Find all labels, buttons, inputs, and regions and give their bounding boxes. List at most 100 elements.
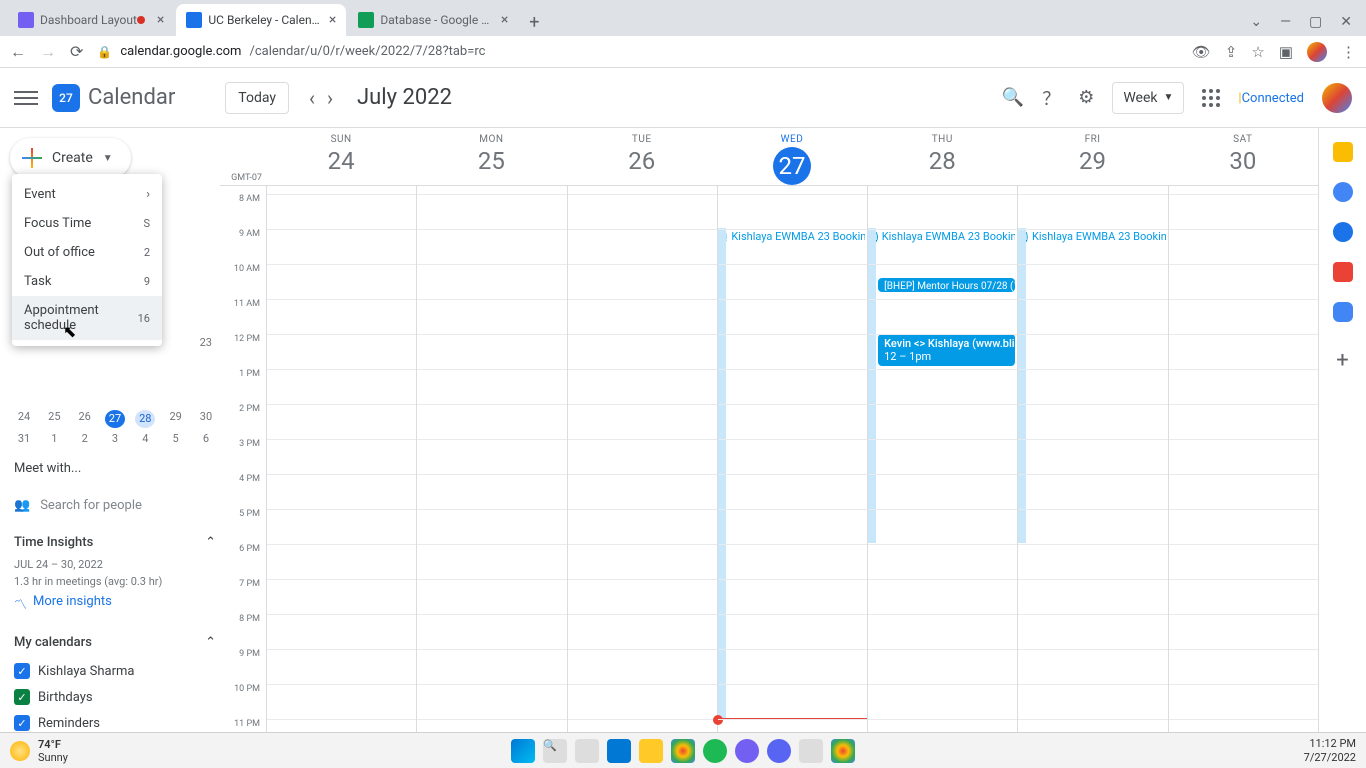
day-header-fri[interactable]: FRI29 (1017, 128, 1167, 185)
panel-icon[interactable]: ▣ (1279, 43, 1293, 61)
meet-with-label[interactable]: Meet with... (10, 453, 220, 484)
google-apps-icon[interactable] (1202, 89, 1220, 107)
system-tray[interactable]: 11:12 PM 7/27/2022 (1304, 737, 1366, 763)
share-icon[interactable]: ⇪ (1225, 43, 1238, 61)
reload-button[interactable]: ⟳ (70, 42, 83, 61)
availability-strip (868, 228, 876, 543)
day-header-thu[interactable]: THU28 (867, 128, 1017, 185)
chevron-down-icon[interactable]: ⌄ (1250, 14, 1262, 30)
prev-week-button[interactable]: ‹ (303, 86, 321, 110)
day-col-wed[interactable]: ▤ Kishlaya EWMBA 23 Booking Pag (717, 186, 867, 760)
search-taskbar-icon[interactable]: 🔍 (543, 739, 567, 763)
cursor-icon: ⬉ (63, 322, 76, 341)
add-addons-icon[interactable]: + (1336, 348, 1348, 373)
spotify-icon[interactable] (703, 739, 727, 763)
today-button[interactable]: Today (225, 82, 289, 114)
view-label: Week (1123, 90, 1157, 106)
more-insights-link[interactable]: 〽 More insights (10, 588, 220, 619)
chevron-right-icon: › (146, 187, 150, 202)
calendar-toggle[interactable]: Birthdays (10, 684, 220, 710)
day-col-sat[interactable] (1168, 186, 1318, 760)
booking-page-event[interactable]: ▤ Kishlaya EWMBA 23 Booking Pag (720, 228, 865, 245)
taskview-icon[interactable] (575, 739, 599, 763)
create-button[interactable]: Create ▼ (10, 138, 131, 178)
explorer-icon[interactable] (639, 739, 663, 763)
hamburger-menu-icon[interactable] (14, 86, 38, 110)
tab-calendar[interactable]: UC Berkeley - Calendar - Week … × (176, 4, 346, 36)
kebab-menu-icon[interactable]: ⋮ (1341, 43, 1356, 61)
lock-icon: 🔒 (97, 45, 112, 59)
settings-gear-icon[interactable]: ⚙ (1078, 87, 1094, 108)
event-bhep[interactable]: [BHEP] Mentor Hours 07/28 (10:30 (878, 278, 1015, 292)
keep-icon[interactable] (1333, 142, 1353, 162)
menu-item-appointment-schedule[interactable]: Appointment schedule16 (12, 296, 162, 340)
back-button[interactable]: ← (10, 42, 26, 62)
day-header-wed[interactable]: WED27 (717, 128, 867, 185)
new-tab-button[interactable]: + (520, 8, 548, 36)
search-people-input[interactable]: 👥 Search for people (10, 492, 220, 519)
day-col-sun[interactable] (266, 186, 416, 760)
day-header-mon[interactable]: MON25 (416, 128, 566, 185)
calendar-header: Calendar Today ‹ › July 2022 🔍 ？ ⚙ Week … (0, 68, 1366, 128)
sidebar: Create ▼ Event› Focus TimeS Out of offic… (0, 128, 220, 760)
help-icon[interactable]: ？ (1042, 85, 1060, 111)
tab-dashboard[interactable]: Dashboard Layout × (8, 4, 174, 36)
app-icon[interactable] (799, 739, 823, 763)
next-week-button[interactable]: › (321, 86, 339, 110)
mini-calendar-row[interactable]: 242526 2728 2930 (10, 410, 220, 428)
availability-strip (718, 228, 726, 718)
url-field[interactable]: 🔒 calendar.google.com/calendar/u/0/r/wee… (97, 44, 1177, 59)
tab-sheets[interactable]: Database - Google Sheets × (348, 4, 518, 36)
sun-icon (10, 741, 30, 761)
tab-close-icon[interactable]: × (329, 12, 336, 28)
booking-page-event[interactable]: ▤ Kishlaya EWMBA 23 Booking Pag (1020, 228, 1165, 245)
viber-taskbar-icon[interactable] (735, 739, 759, 763)
start-icon[interactable] (511, 739, 535, 763)
account-avatar-icon[interactable] (1322, 83, 1352, 113)
day-col-mon[interactable] (416, 186, 566, 760)
day-col-thu[interactable]: ▤ Kishlaya EWMBA 23 Booking Pag [BHEP] M… (867, 186, 1017, 760)
day-header-sat[interactable]: SAT30 (1168, 128, 1318, 185)
insights-stat: 1.3 hr in meetings (avg: 0.3 hr) (10, 575, 220, 588)
tasks-icon[interactable] (1333, 182, 1353, 202)
app-name: Calendar (88, 85, 175, 110)
weather-widget[interactable]: 74°F Sunny (0, 738, 68, 764)
zoom-icon[interactable] (1333, 302, 1353, 322)
calendar-toggle[interactable]: Kishlaya Sharma (10, 658, 220, 684)
chrome-canary-icon[interactable] (831, 739, 855, 763)
menu-item-event[interactable]: Event› (12, 180, 162, 209)
mini-calendar-row[interactable]: 3112 34 56 (10, 432, 220, 445)
menu-item-out-of-office[interactable]: Out of office2 (12, 238, 162, 267)
day-header-tue[interactable]: TUE26 (567, 128, 717, 185)
close-window-icon[interactable]: ✕ (1340, 14, 1352, 30)
minimize-icon[interactable]: — (1280, 14, 1291, 30)
chrome-icon[interactable] (671, 739, 695, 763)
tab-close-icon[interactable]: × (501, 12, 508, 28)
my-calendars-header[interactable]: My calendars ⌃ (10, 627, 220, 658)
forward-button[interactable]: → (40, 42, 56, 62)
insights-range: JUL 24 – 30, 2022 (10, 558, 220, 571)
chat-icon[interactable] (607, 739, 631, 763)
maximize-icon[interactable]: ▢ (1309, 14, 1322, 30)
tab-close-icon[interactable]: × (157, 12, 164, 28)
discord-icon[interactable] (767, 739, 791, 763)
maps-icon[interactable] (1333, 262, 1353, 282)
booking-page-event[interactable]: ▤ Kishlaya EWMBA 23 Booking Pag (870, 228, 1015, 245)
search-icon[interactable]: 🔍 (1002, 87, 1024, 108)
contacts-icon[interactable] (1333, 222, 1353, 242)
person-add-icon: 👥 (14, 498, 30, 513)
star-icon[interactable]: ☆ (1251, 43, 1264, 61)
time-insights-header[interactable]: Time Insights ⌃ (10, 527, 220, 558)
day-col-fri[interactable]: ▤ Kishlaya EWMBA 23 Booking Pag (1017, 186, 1167, 760)
menu-item-focus-time[interactable]: Focus TimeS (12, 209, 162, 238)
profile-avatar-icon[interactable] (1307, 42, 1327, 62)
chevron-up-icon: ⌃ (205, 535, 216, 550)
event-kevin[interactable]: Kevin <> Kishlaya (www.bling.clo 12 – 1p… (878, 334, 1015, 366)
day-col-tue[interactable] (567, 186, 717, 760)
day-header-sun[interactable]: SUN24 (266, 128, 416, 185)
menu-item-task[interactable]: Task9 (12, 267, 162, 296)
tab-title: UC Berkeley - Calendar - Week … (208, 13, 323, 27)
calendar-grid: GMT-07 SUN24 MON25 TUE26 WED27 THU28 FRI… (220, 128, 1318, 760)
eye-icon[interactable]: 👁 (1192, 43, 1211, 61)
view-selector[interactable]: Week ▼ (1112, 82, 1184, 114)
